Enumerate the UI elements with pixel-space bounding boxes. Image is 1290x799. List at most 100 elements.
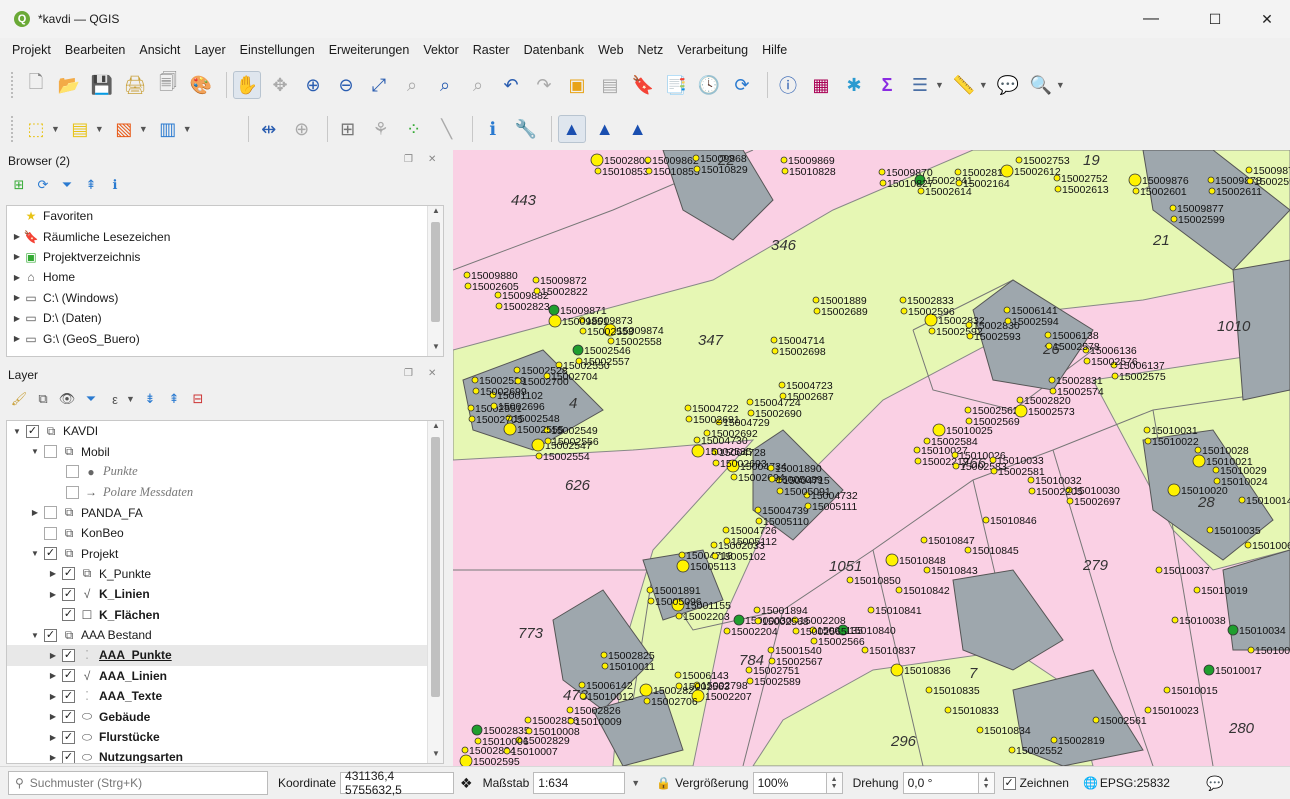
survey-point[interactable] xyxy=(1004,317,1012,325)
survey-point[interactable] xyxy=(944,706,952,714)
survey-point[interactable] xyxy=(1003,306,1011,314)
survey-point[interactable] xyxy=(647,597,655,605)
expand-arrow-icon[interactable]: ▶ xyxy=(11,252,23,261)
expand-arrow-icon[interactable]: ▶ xyxy=(47,671,59,680)
identify-features-icon[interactable]: ⓘ xyxy=(774,71,802,99)
survey-point[interactable] xyxy=(548,314,562,328)
scroll-up-icon[interactable]: ▲ xyxy=(428,421,443,435)
close-button[interactable]: ✕ xyxy=(1244,0,1290,38)
digitize-crosshair-icon[interactable]: ⊕ xyxy=(288,115,316,143)
survey-point[interactable] xyxy=(544,437,552,445)
survey-point[interactable] xyxy=(781,167,789,175)
survey-point[interactable] xyxy=(468,415,476,423)
zoom-to-layer-icon[interactable]: ⌕ xyxy=(431,71,459,99)
survey-point[interactable] xyxy=(745,666,753,674)
survey-point[interactable] xyxy=(723,627,731,635)
survey-point[interactable] xyxy=(923,437,931,445)
survey-point[interactable] xyxy=(746,398,754,406)
layer-checkbox[interactable]: ✓ xyxy=(62,750,75,763)
survey-point[interactable] xyxy=(966,332,974,340)
survey-point[interactable] xyxy=(1000,164,1014,178)
survey-point[interactable] xyxy=(990,467,998,475)
new-3d-view-icon[interactable]: ▤ xyxy=(596,71,624,99)
survey-point[interactable] xyxy=(1206,526,1214,534)
survey-point[interactable] xyxy=(920,536,928,544)
expand-arrow-icon[interactable]: ▶ xyxy=(11,273,23,282)
survey-point[interactable] xyxy=(1144,706,1152,714)
survey-point[interactable] xyxy=(780,156,788,164)
zoom-next-icon[interactable]: ↷ xyxy=(530,71,558,99)
expand-arrow-icon[interactable]: ▶ xyxy=(11,334,23,343)
survey-point[interactable] xyxy=(1193,586,1201,594)
magnifier-field[interactable]: 100% xyxy=(752,772,827,794)
survey-point[interactable] xyxy=(722,526,730,534)
expand-arrow-icon[interactable]: ▶ xyxy=(47,733,59,742)
open-project-icon[interactable]: 📂 xyxy=(55,71,83,99)
survey-point[interactable] xyxy=(575,357,583,365)
survey-point[interactable] xyxy=(459,754,473,766)
survey-point[interactable] xyxy=(691,444,705,458)
attribute-table-icon[interactable]: ▦ xyxy=(807,71,835,99)
survey-point[interactable] xyxy=(964,406,972,414)
add-group-icon[interactable]: ⧉ xyxy=(34,390,52,408)
survey-point[interactable] xyxy=(1045,342,1053,350)
survey-point[interactable] xyxy=(771,347,779,355)
survey-point[interactable] xyxy=(495,302,503,310)
expand-arrow-icon[interactable]: ▶ xyxy=(29,508,41,517)
browser-scrollbar[interactable]: ▲ ▼ xyxy=(427,206,443,356)
scale-combobox[interactable]: 1:634 xyxy=(533,772,626,794)
scroll-thumb[interactable] xyxy=(431,437,440,697)
layer-group-kavdi[interactable]: ▼ ✓ ⧉ KAVDI xyxy=(7,421,443,441)
browser-item-c-drive[interactable]: ▶ ▭ C:\ (Windows) xyxy=(7,288,443,308)
layer-group-projekt[interactable]: ▼ ✓ ⧉ Projekt xyxy=(7,543,443,563)
collapse-all-icon[interactable]: ⇞ xyxy=(82,176,100,194)
survey-point[interactable] xyxy=(723,537,731,545)
toggle-extents-icon[interactable]: ❖ xyxy=(460,775,473,792)
survey-point[interactable] xyxy=(1169,204,1177,212)
chevron-down-icon[interactable]: ▼ xyxy=(631,778,640,788)
survey-point[interactable] xyxy=(1207,176,1215,184)
survey-point[interactable] xyxy=(885,553,899,567)
survey-point[interactable] xyxy=(776,487,784,495)
wrench-icon[interactable]: 🔧 xyxy=(512,115,540,143)
browser-item-favoriten[interactable]: ★ Favoriten xyxy=(7,206,443,226)
survey-point[interactable] xyxy=(753,606,761,614)
survey-point[interactable] xyxy=(590,153,604,167)
survey-point[interactable] xyxy=(531,438,545,452)
close-panel-icon[interactable]: ✕ xyxy=(428,154,436,165)
survey-point[interactable] xyxy=(846,576,854,584)
survey-point[interactable] xyxy=(513,366,521,374)
menu-netz[interactable]: Netz xyxy=(638,43,664,57)
survey-point[interactable] xyxy=(674,671,682,679)
save-project-icon[interactable]: 💾 xyxy=(88,71,116,99)
survey-point[interactable] xyxy=(792,627,800,635)
survey-point[interactable] xyxy=(1048,376,1056,384)
new-print-layout-icon[interactable]: 🖨 xyxy=(121,71,149,99)
survey-point[interactable] xyxy=(900,307,908,315)
rotation-field[interactable]: 0,0 ° xyxy=(902,772,979,794)
layer-aaa-punkte[interactable]: ▶ ✓ ⁚ AAA_Punkte xyxy=(7,645,443,666)
survey-point[interactable] xyxy=(503,422,517,436)
survey-point[interactable] xyxy=(472,387,480,395)
layer-group-aaa-bestand[interactable]: ▼ ✓ ⧉ AAA Bestand xyxy=(7,625,443,645)
survey-point[interactable] xyxy=(685,415,693,423)
layer-aaa-texte[interactable]: ▶ ✓ ⁚ AAA_Texte xyxy=(7,686,443,706)
survey-point[interactable] xyxy=(1167,483,1181,497)
layer-checkbox[interactable] xyxy=(44,506,57,520)
layer-scrollbar[interactable]: ▲ ▼ xyxy=(427,421,443,763)
layer-group-panda-fa[interactable]: ▶ ⧉ PANDA_FA xyxy=(7,503,443,523)
survey-point[interactable] xyxy=(525,727,533,735)
collapse-arrow-icon[interactable]: ▼ xyxy=(29,631,41,640)
survey-point[interactable] xyxy=(923,566,931,574)
expand-arrow-icon[interactable]: ▶ xyxy=(47,692,59,701)
map-svg[interactable]: 4433463476267661051 279773784473296280101… xyxy=(453,150,1290,766)
layer-checkbox[interactable]: ✓ xyxy=(62,648,75,662)
survey-point[interactable] xyxy=(675,682,683,690)
survey-point[interactable] xyxy=(1238,496,1246,504)
map-tips-icon[interactable]: 💬 xyxy=(994,71,1022,99)
measure-line-icon[interactable]: 📏 xyxy=(950,71,978,99)
coordinate-field[interactable]: 431136,4 5755632,5 xyxy=(340,769,455,797)
toolbar-grip[interactable] xyxy=(10,71,14,99)
survey-point[interactable] xyxy=(754,506,762,514)
menu-erweiterungen[interactable]: Erweiterungen xyxy=(329,43,410,57)
